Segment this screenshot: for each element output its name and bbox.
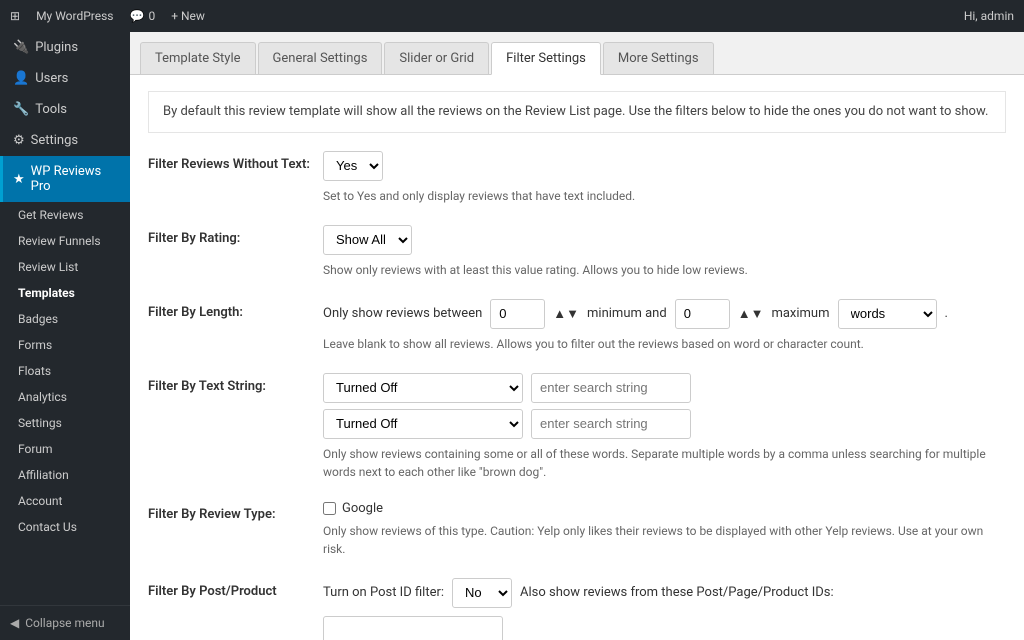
text-string-select-2[interactable]: Turned Off Contains Does Not Contain: [323, 409, 523, 439]
sidebar-sub-templates[interactable]: Templates: [0, 280, 130, 306]
sidebar-item-settings[interactable]: ⚙ Settings: [0, 125, 130, 156]
filter-by-rating-control: Show All 1 Star 2 Stars 3 Stars 4 Stars …: [323, 225, 1006, 279]
length-suffix: .: [945, 306, 948, 321]
google-checkbox-label[interactable]: Google: [323, 501, 1006, 516]
sidebar-sub-badges[interactable]: Badges: [0, 306, 130, 332]
collapse-label: Collapse menu: [25, 616, 104, 630]
sidebar-sub-review-list[interactable]: Review List: [0, 254, 130, 280]
text-string-input-1[interactable]: [531, 373, 691, 403]
length-max-label: maximum: [771, 306, 829, 321]
tab-slider-or-grid[interactable]: Slider or Grid: [384, 42, 489, 74]
filter-without-text-label: Filter Reviews Without Text:: [148, 151, 323, 205]
length-unit-select[interactable]: words characters: [838, 299, 937, 329]
settings-icon: ⚙: [13, 133, 25, 148]
sidebar-sub-floats[interactable]: Floats: [0, 358, 130, 384]
comments-link[interactable]: 💬 0: [130, 9, 156, 23]
sidebar-users-label: Users: [35, 71, 68, 86]
info-box: By default this review template will sho…: [148, 91, 1006, 133]
tab-general-settings[interactable]: General Settings: [258, 42, 383, 74]
filter-by-post-row: Filter By Post/Product Turn on Post ID f…: [148, 578, 1006, 640]
filter-by-rating-desc: Show only reviews with at least this val…: [323, 261, 1006, 279]
sidebar: 🔌 Plugins 👤 Users 🔧 Tools ⚙ Settings ★ W…: [0, 32, 130, 640]
text-string-select-1[interactable]: Turned Off Contains Does Not Contain: [323, 373, 523, 403]
sidebar-sub-affiliation[interactable]: Affiliation: [0, 462, 130, 488]
filter-by-text-string-label: Filter By Text String:: [148, 373, 323, 481]
sidebar-wp-reviews-label: WP Reviews Pro: [31, 164, 120, 194]
greeting: Hi, admin: [964, 9, 1014, 23]
post-id-filter-select[interactable]: No Yes: [452, 578, 512, 608]
sidebar-item-plugins[interactable]: 🔌 Plugins: [0, 32, 130, 63]
sidebar-item-wp-reviews[interactable]: ★ WP Reviews Pro: [0, 156, 130, 202]
filter-by-review-type-label: Filter By Review Type:: [148, 501, 323, 558]
tab-template-style[interactable]: Template Style: [140, 42, 256, 74]
also-show-label: Also show reviews from these Post/Page/P…: [520, 585, 834, 600]
sidebar-sub-forum[interactable]: Forum: [0, 436, 130, 462]
users-icon: 👤: [13, 71, 29, 86]
site-name[interactable]: My WordPress: [36, 9, 113, 23]
top-bar: ⊞ My WordPress 💬 0 + New Hi, admin: [0, 0, 1024, 32]
comment-count: 0: [148, 9, 155, 23]
star-icon: ★: [13, 172, 25, 187]
tab-more-settings[interactable]: More Settings: [603, 42, 714, 74]
filter-by-text-string-desc: Only show reviews containing some or all…: [323, 445, 1006, 481]
text-string-input-2[interactable]: [531, 409, 691, 439]
tab-filter-settings[interactable]: Filter Settings: [491, 42, 601, 75]
filter-without-text-control: Yes No Set to Yes and only display revie…: [323, 151, 1006, 205]
wp-logo-icon: ⊞: [10, 9, 20, 23]
filter-by-post-control: Turn on Post ID filter: No Yes Also show…: [323, 578, 1006, 640]
sidebar-sub-account[interactable]: Account: [0, 488, 130, 514]
length-prefix: Only show reviews between: [323, 306, 482, 321]
content-area: By default this review template will sho…: [130, 75, 1024, 640]
filter-without-text-select[interactable]: Yes No: [323, 151, 383, 181]
length-max-input[interactable]: [675, 299, 730, 329]
post-id-filter-label: Turn on Post ID filter:: [323, 585, 444, 600]
filter-by-review-type-row: Filter By Review Type: Google Only show …: [148, 501, 1006, 558]
google-checkbox[interactable]: [323, 502, 336, 515]
sidebar-sub-forms[interactable]: Forms: [0, 332, 130, 358]
sidebar-plugins-label: Plugins: [35, 40, 78, 55]
collapse-icon: ◀: [10, 616, 19, 630]
google-label: Google: [342, 501, 383, 516]
length-min-label: minimum and: [587, 306, 667, 321]
filter-without-text-row: Filter Reviews Without Text: Yes No Set …: [148, 151, 1006, 205]
collapse-menu-button[interactable]: ◀ Collapse menu: [0, 605, 130, 640]
filter-by-length-row: Filter By Length: Only show reviews betw…: [148, 299, 1006, 353]
tools-icon: 🔧: [13, 102, 29, 117]
new-link[interactable]: + New: [171, 9, 205, 23]
filter-by-length-desc: Leave blank to show all reviews. Allows …: [323, 335, 1006, 353]
sidebar-sub-review-funnels[interactable]: Review Funnels: [0, 228, 130, 254]
filter-without-text-desc: Set to Yes and only display reviews that…: [323, 187, 1006, 205]
sidebar-sub-contact-us[interactable]: Contact Us: [0, 514, 130, 540]
sidebar-settings-label: Settings: [31, 133, 78, 148]
main-content: Template Style General Settings Slider o…: [130, 32, 1024, 640]
sidebar-item-tools[interactable]: 🔧 Tools: [0, 94, 130, 125]
tab-bar: Template Style General Settings Slider o…: [130, 32, 1024, 75]
filter-by-length-control: Only show reviews between ▲▼ minimum and…: [323, 299, 1006, 353]
sidebar-tools-label: Tools: [35, 102, 67, 117]
length-min-stepper: ▲▼: [553, 306, 579, 322]
sidebar-item-users[interactable]: 👤 Users: [0, 63, 130, 94]
filter-by-rating-label: Filter By Rating:: [148, 225, 323, 279]
sidebar-sub-get-reviews[interactable]: Get Reviews: [0, 202, 130, 228]
filter-by-post-label: Filter By Post/Product: [148, 578, 323, 640]
filter-by-review-type-control: Google Only show reviews of this type. C…: [323, 501, 1006, 558]
sidebar-sub-analytics[interactable]: Analytics: [0, 384, 130, 410]
post-ids-input[interactable]: [323, 616, 503, 640]
filter-by-review-type-desc: Only show reviews of this type. Caution:…: [323, 522, 1006, 558]
filter-by-text-string-control: Turned Off Contains Does Not Contain Tur…: [323, 373, 1006, 481]
filter-by-rating-select[interactable]: Show All 1 Star 2 Stars 3 Stars 4 Stars …: [323, 225, 412, 255]
filter-by-text-string-row: Filter By Text String: Turned Off Contai…: [148, 373, 1006, 481]
filter-by-rating-row: Filter By Rating: Show All 1 Star 2 Star…: [148, 225, 1006, 279]
plugin-icon: 🔌: [13, 40, 29, 55]
length-min-input[interactable]: [490, 299, 545, 329]
filter-by-length-label: Filter By Length:: [148, 299, 323, 353]
comment-icon: 💬: [130, 9, 145, 23]
sidebar-sub-settings[interactable]: Settings: [0, 410, 130, 436]
length-max-stepper: ▲▼: [738, 306, 764, 322]
